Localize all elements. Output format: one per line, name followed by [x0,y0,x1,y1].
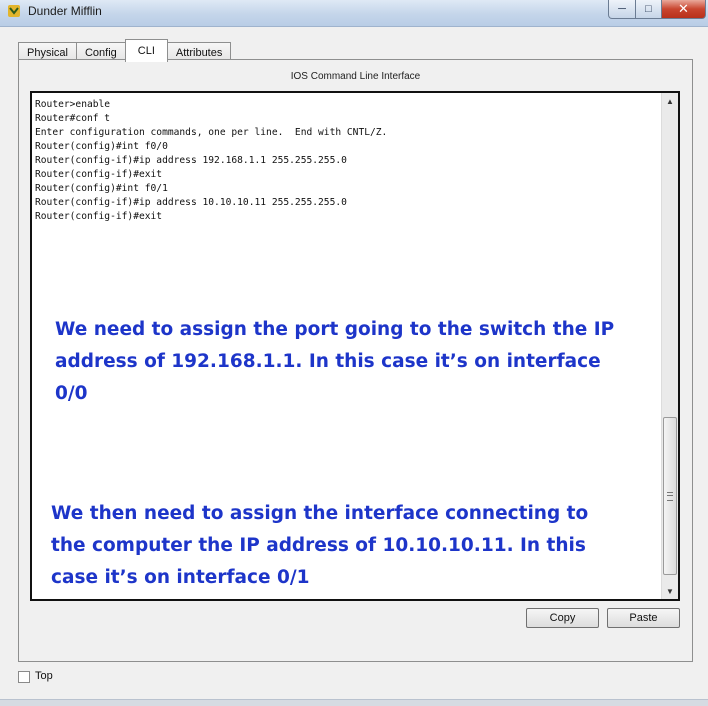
scroll-up-arrow-icon[interactable]: ▲ [662,93,678,109]
annotation-line: case it’s on interface 0/1 [51,567,310,588]
annotation-line: We need to assign the port going to the … [55,319,615,340]
copy-button[interactable]: Copy [526,608,599,628]
annotation-line: the computer the IP address of 10.10.10.… [51,535,586,556]
console-line: Router(config-if)#ip address 10.10.10.11… [35,197,347,208]
cli-console[interactable]: Router>enable Router#conf t Enter config… [30,91,680,601]
close-icon: ✕ [678,1,689,16]
grip-icon [667,492,673,501]
console-line: Router(config-if)#ip address 192.168.1.1… [35,155,347,166]
minimize-button[interactable]: ─ [608,0,636,19]
app-icon [8,5,20,17]
console-scrollbar[interactable]: ▲ ▼ [661,93,678,599]
annotation-line: We then need to assign the interface con… [51,503,589,524]
console-line: Router(config)#int f0/1 [35,183,168,194]
annotation-interface-computer: We then need to assign the interface con… [51,498,588,594]
annotation-port-switch: We need to assign the port going to the … [55,314,614,410]
top-checkbox-label: Top [35,670,53,682]
console-line: Router#conf t [35,113,111,124]
annotation-line: address of 192.168.1.1. In this case it’… [55,351,601,372]
minimize-icon: ─ [618,3,626,15]
panel-title: IOS Command Line Interface [290,71,421,82]
scrollbar-thumb[interactable] [663,417,677,575]
console-line: Router(config-if)#exit [35,211,163,222]
maximize-icon: □ [645,3,652,15]
title-bar[interactable]: Dunder Mifflin ─ □ ✕ [0,0,708,27]
annotation-line: 0/0 [55,383,88,404]
paste-button[interactable]: Paste [607,608,680,628]
console-line: Router>enable [35,99,111,110]
console-output[interactable]: Router>enable Router#conf t Enter config… [35,98,387,224]
window-title: Dunder Mifflin [28,4,102,18]
console-line: Router(config)#int f0/0 [35,141,168,152]
maximize-button[interactable]: □ [636,0,662,19]
cli-panel: IOS Command Line Interface Router>enable… [18,59,693,662]
console-line: Enter configuration commands, one per li… [35,127,388,138]
close-button[interactable]: ✕ [662,0,706,19]
console-line: Router(config-if)#exit [35,169,163,180]
tab-cli[interactable]: CLI [124,39,168,62]
scroll-down-arrow-icon[interactable]: ▼ [662,583,678,599]
top-checkbox[interactable] [18,671,30,683]
